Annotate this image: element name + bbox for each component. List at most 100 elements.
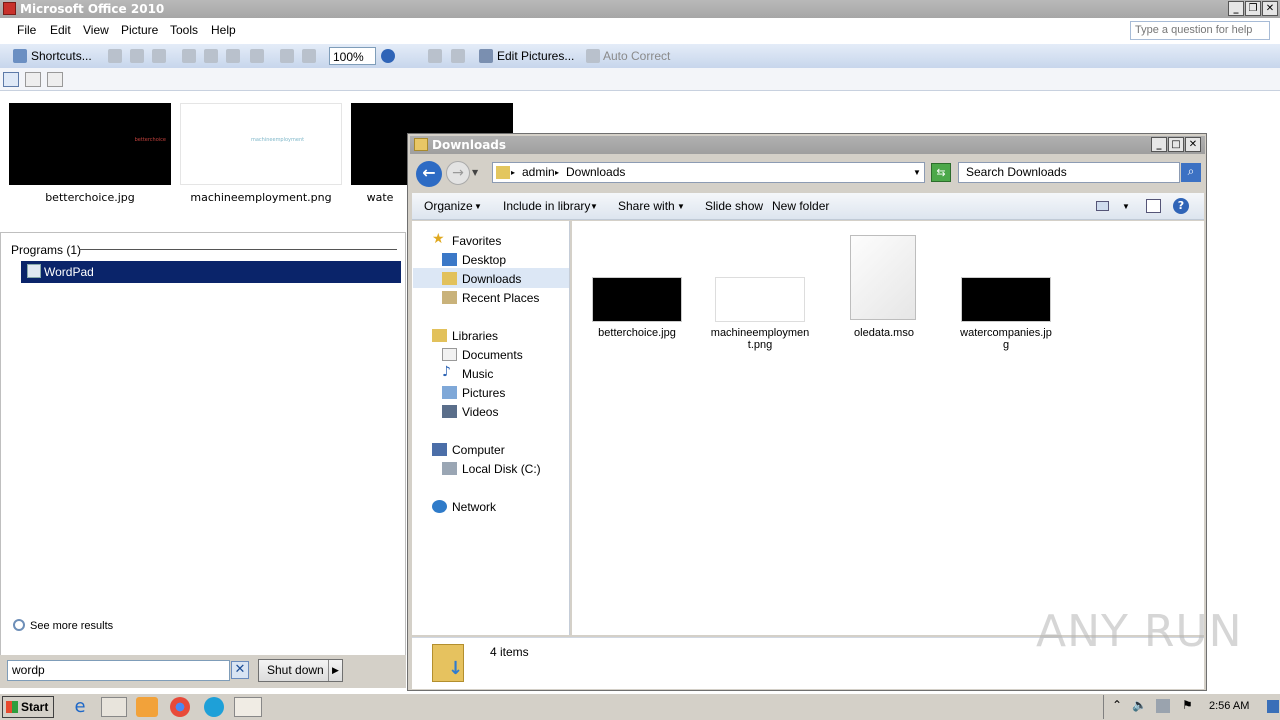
save-icon[interactable] — [108, 49, 122, 63]
menu-view[interactable]: View — [83, 23, 109, 37]
file-label[interactable]: betterchoice.jpg — [587, 327, 687, 339]
thumbnail-machineemployment[interactable]: machineemployment — [180, 103, 342, 185]
minimize-button[interactable]: _ — [1228, 1, 1244, 16]
file-label[interactable]: watercompanies.jp g — [956, 327, 1056, 351]
clear-search-icon[interactable]: ✕ — [231, 661, 249, 679]
forward-button[interactable]: → — [446, 161, 470, 185]
office-taskbar-icon[interactable] — [234, 697, 262, 717]
computer-icon — [432, 443, 447, 456]
thumbnail-label: betterchoice.jpg — [45, 191, 135, 204]
restore-button[interactable]: ❐ — [1245, 1, 1261, 16]
explorer-search-input[interactable]: Search Downloads — [958, 162, 1180, 183]
menu-picture[interactable]: Picture — [121, 23, 158, 37]
result-wordpad[interactable]: WordPad — [21, 261, 401, 283]
print-icon[interactable] — [130, 49, 144, 63]
nav-recent-places[interactable]: Recent Places — [462, 291, 539, 305]
thumbnail-view-icon[interactable] — [3, 72, 19, 87]
file-thumbnail-machineemployment[interactable] — [715, 277, 805, 322]
office-app-icon — [3, 2, 16, 15]
nav-pictures[interactable]: Pictures — [462, 386, 505, 400]
breadcrumb-admin[interactable]: admin — [522, 163, 555, 182]
explorer-minimize-button[interactable]: _ — [1151, 137, 1167, 152]
address-bar[interactable]: ▸ admin ▸ Downloads ▼ — [492, 162, 925, 183]
include-in-library-button[interactable]: Include in library — [503, 199, 590, 213]
undo-icon[interactable] — [280, 49, 294, 63]
file-label[interactable]: machineemploymen t.png — [710, 327, 810, 351]
search-icon[interactable]: ⌕ — [1181, 163, 1201, 182]
auto-correct-button[interactable]: Auto Correct — [603, 47, 670, 65]
edit-pictures-button[interactable]: Edit Pictures... — [497, 47, 574, 65]
help-question-input[interactable]: Type a question for help — [1130, 21, 1270, 40]
share-with-button[interactable]: Share with — [618, 199, 675, 213]
email-icon[interactable] — [152, 49, 166, 63]
ie-icon[interactable]: e — [69, 697, 91, 717]
file-label[interactable]: oledata.mso — [834, 327, 934, 339]
help-icon[interactable] — [381, 49, 395, 63]
copy-icon[interactable] — [204, 49, 218, 63]
show-hidden-icons[interactable]: ⌃ — [1112, 698, 1122, 712]
preview-pane-icon[interactable] — [1146, 199, 1161, 213]
nav-videos[interactable]: Videos — [462, 405, 498, 419]
slide-show-button[interactable]: Slide show — [705, 199, 763, 213]
help-icon[interactable]: ? — [1173, 198, 1189, 214]
nav-music[interactable]: Music — [462, 367, 493, 381]
chevron-down-icon[interactable]: ▼ — [1122, 202, 1130, 211]
start-button[interactable]: Start — [2, 696, 54, 718]
refresh-icon[interactable]: ⇆ — [931, 163, 951, 182]
shutdown-button[interactable]: Shut down ▶ — [258, 659, 343, 682]
chevron-down-icon: ▼ — [474, 202, 482, 211]
navigation-pane: ★ Favorites Desktop Downloads Recent Pla… — [412, 221, 570, 635]
edge-icon[interactable] — [204, 697, 224, 717]
clock[interactable]: 2:56 AM — [1209, 700, 1249, 712]
breadcrumb-downloads[interactable]: Downloads — [566, 163, 625, 182]
delete-icon[interactable] — [250, 49, 264, 63]
show-desktop-icon[interactable] — [1267, 700, 1279, 713]
view-toolbar — [0, 68, 1280, 91]
start-search-input[interactable]: wordp — [7, 660, 230, 681]
star-icon: ★ — [432, 231, 445, 247]
organize-button[interactable]: Organize — [424, 199, 473, 213]
filmstrip-view-icon[interactable] — [25, 72, 41, 87]
address-dropdown-icon[interactable]: ▼ — [913, 163, 921, 182]
shutdown-arrow-icon[interactable]: ▶ — [328, 660, 342, 681]
new-folder-button[interactable]: New folder — [772, 199, 829, 213]
menu-help[interactable]: Help — [211, 23, 236, 37]
explorer-close-button[interactable]: ✕ — [1185, 137, 1201, 152]
volume-icon[interactable]: 🔈 — [1132, 698, 1147, 712]
shortcuts-button[interactable]: Shortcuts... — [31, 47, 92, 65]
rotate-left-icon[interactable] — [428, 49, 442, 63]
recent-pages-icon[interactable]: ▼ — [472, 168, 478, 177]
cut-icon[interactable] — [182, 49, 196, 63]
explorer-maximize-button[interactable]: □ — [1168, 137, 1184, 152]
nav-network[interactable]: Network — [452, 500, 496, 514]
back-button[interactable]: ← — [416, 161, 442, 187]
change-view-icon[interactable] — [1096, 201, 1109, 211]
redo-icon[interactable] — [302, 49, 316, 63]
rotate-right-icon[interactable] — [451, 49, 465, 63]
thumbnail-betterchoice[interactable]: betterchoice — [9, 103, 171, 185]
generic-file-icon[interactable] — [850, 235, 916, 320]
menu-tools[interactable]: Tools — [170, 23, 198, 37]
file-thumbnail-betterchoice[interactable] — [592, 277, 682, 322]
nav-downloads[interactable]: Downloads — [462, 272, 521, 286]
menu-edit[interactable]: Edit — [50, 23, 71, 37]
zoom-select[interactable]: 100% — [329, 47, 376, 65]
media-player-icon[interactable] — [136, 697, 158, 717]
single-view-icon[interactable] — [47, 72, 63, 87]
videos-icon — [442, 405, 457, 418]
nav-documents[interactable]: Documents — [462, 348, 523, 362]
nav-local-disk[interactable]: Local Disk (C:) — [462, 462, 541, 476]
nav-libraries[interactable]: Libraries — [452, 329, 498, 343]
explorer-taskbar-icon[interactable] — [101, 697, 127, 717]
close-button[interactable]: ✕ — [1262, 1, 1278, 16]
nav-desktop[interactable]: Desktop — [462, 253, 506, 267]
menu-file[interactable]: File — [17, 23, 36, 37]
file-thumbnail-watercompanies[interactable] — [961, 277, 1051, 322]
see-more-results-link[interactable]: See more results — [30, 620, 113, 632]
paste-icon[interactable] — [226, 49, 240, 63]
chrome-icon[interactable] — [170, 697, 190, 717]
nav-computer[interactable]: Computer — [452, 443, 505, 457]
nav-favorites[interactable]: Favorites — [452, 234, 501, 248]
action-center-icon[interactable]: ⚑ — [1182, 698, 1193, 712]
network-tray-icon[interactable] — [1156, 699, 1170, 713]
